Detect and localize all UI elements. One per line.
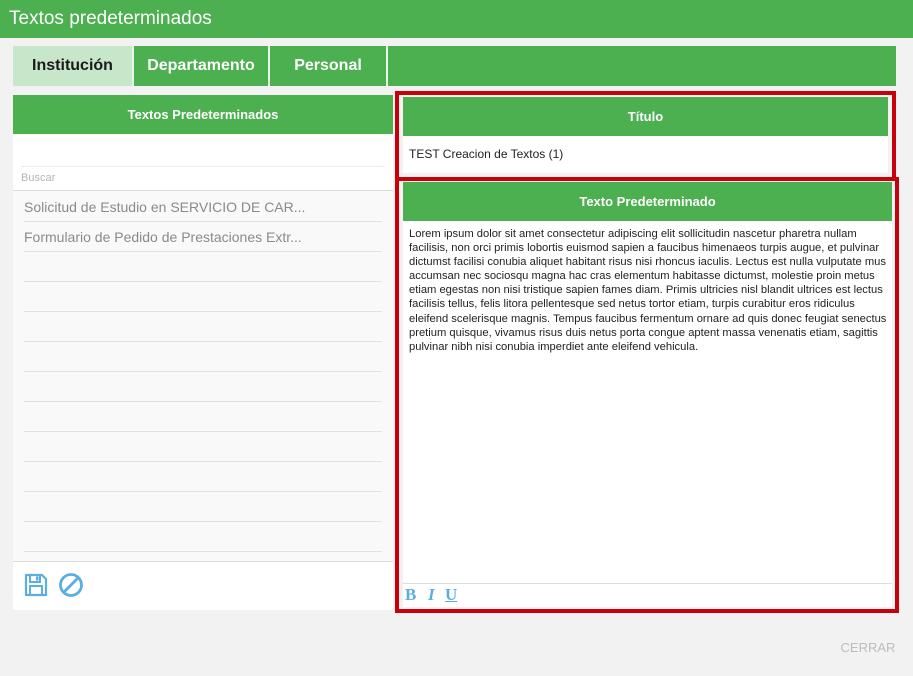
list-item[interactable]: Formulario de Pedido de Prestaciones Ext… [24, 222, 382, 252]
list-item[interactable]: Solicitud de Estudio en SERVICIO DE CAR.… [24, 192, 382, 222]
search-divider [21, 166, 385, 167]
tab-bar: Institución Departamento Personal [13, 46, 896, 86]
list-item-empty [24, 372, 382, 402]
default-text-header: Texto Predeterminado [403, 182, 892, 221]
search-area [13, 134, 393, 191]
bold-button[interactable]: B [405, 585, 416, 605]
underline-button[interactable]: U [445, 585, 457, 605]
default-text-section: Texto Predeterminado Lorem ipsum dolor s… [403, 182, 892, 607]
tab-institucion[interactable]: Institución [13, 46, 132, 86]
default-texts-list: Solicitud de Estudio en SERVICIO DE CAR.… [24, 192, 382, 552]
list-item-empty [24, 312, 382, 342]
close-button[interactable]: CERRAR [836, 640, 900, 660]
save-icon[interactable] [23, 572, 49, 598]
default-text-editor[interactable]: Lorem ipsum dolor sit amet consectetur a… [409, 227, 887, 354]
title-field[interactable]: TEST Creacion de Textos (1) [409, 147, 563, 161]
tab-personal[interactable]: Personal [270, 46, 386, 86]
italic-button[interactable]: I [428, 585, 435, 605]
window-title: Textos predeterminados [0, 0, 913, 38]
list-item-empty [24, 252, 382, 282]
list-item-empty [24, 402, 382, 432]
left-panel-toolbar [13, 561, 393, 610]
list-item-empty [24, 462, 382, 492]
list-item-empty [24, 282, 382, 312]
format-toolbar: B I U [403, 583, 892, 607]
list-item-empty [24, 522, 382, 552]
cancel-icon[interactable] [58, 572, 84, 598]
default-texts-panel: Textos Predeterminados Solicitud de Estu… [13, 95, 393, 610]
list-item-empty [24, 432, 382, 462]
tab-divider [386, 46, 388, 86]
list-item-empty [24, 342, 382, 372]
title-section: Título TEST Creacion de Textos (1) [403, 97, 888, 173]
search-input[interactable] [21, 168, 385, 188]
tab-departamento[interactable]: Departamento [134, 46, 268, 86]
search-border [13, 190, 393, 191]
title-header: Título [403, 97, 888, 136]
list-item-empty [24, 492, 382, 522]
default-texts-header: Textos Predeterminados [13, 95, 393, 134]
